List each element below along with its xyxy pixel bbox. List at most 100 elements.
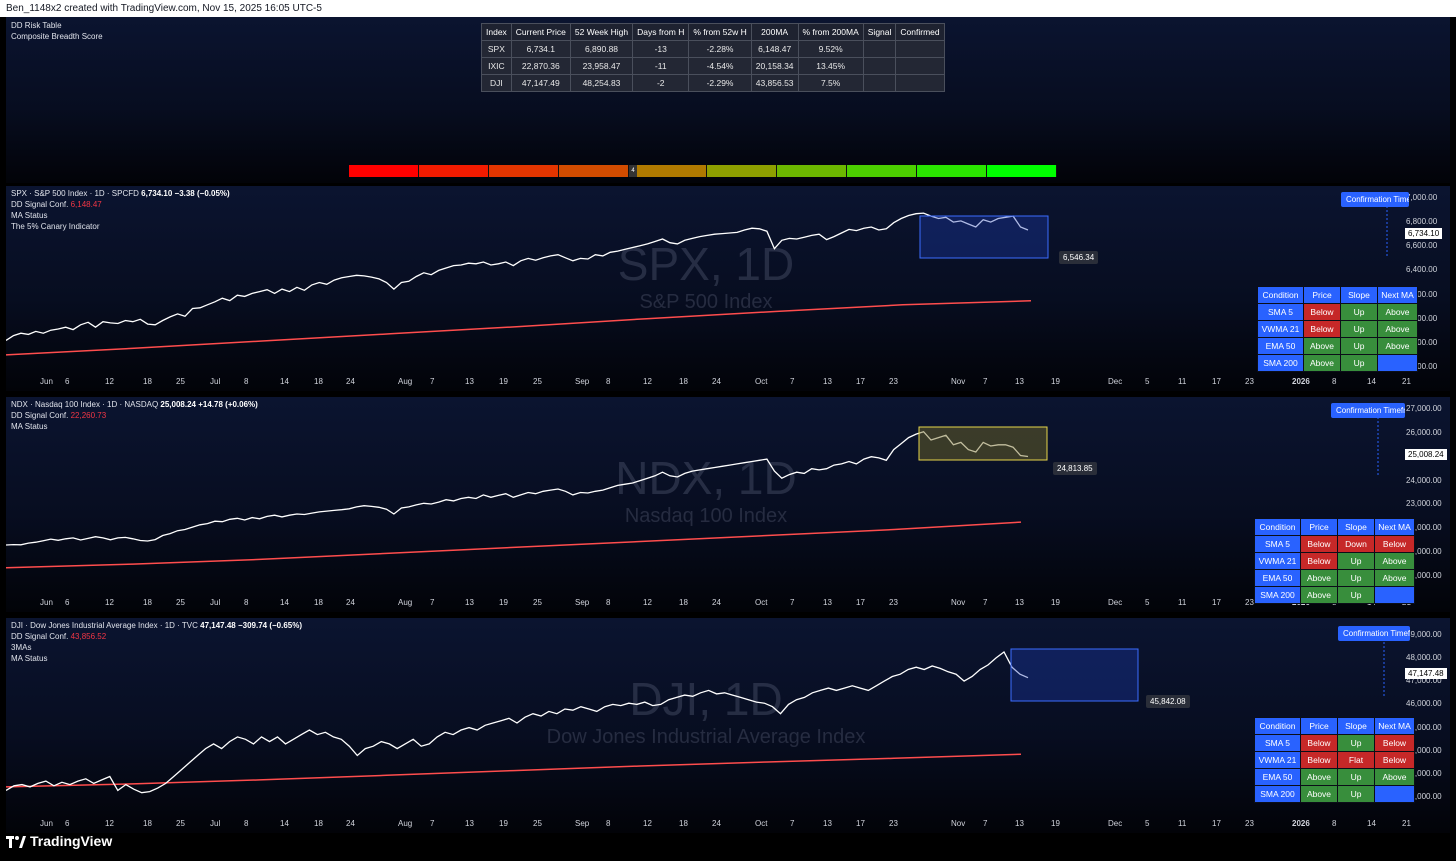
ma-200-line <box>6 521 1022 569</box>
symbol-title[interactable]: NDX · Nasdaq 100 Index · 1D · NASDAQ 25,… <box>11 400 258 409</box>
x-axis-tick: 17 <box>1212 819 1221 828</box>
ma-table-header: Condition <box>1254 717 1301 735</box>
x-axis-tick: 8 <box>606 377 611 386</box>
x-axis-tick: 24 <box>346 377 355 386</box>
symbol-description: DJI · Dow Jones Industrial Average Index… <box>11 621 198 630</box>
symbol-title[interactable]: SPX · S&P 500 Index · 1D · SPCFD 6,734.1… <box>11 189 230 198</box>
x-axis-tick: 7 <box>790 598 795 607</box>
ma-table-cell: Below <box>1300 552 1338 570</box>
ma-table-cell: Above <box>1377 320 1418 338</box>
chart-pane-spx[interactable]: SPX, 1D S&P 500 Index Jun 6 12 18 25 Jul 8 14 18 24… <box>6 186 1450 391</box>
x-axis-tick: 24 <box>712 598 721 607</box>
confirmation-timeframe-button[interactable]: Confirmation Timeframe <box>1341 192 1409 207</box>
x-axis-tick: 25 <box>176 598 185 607</box>
indicator-label[interactable]: MA Status <box>11 211 47 220</box>
x-axis-tick: 25 <box>176 377 185 386</box>
ma-table-header: Slope <box>1337 518 1375 536</box>
x-axis-tick: 18 <box>143 377 152 386</box>
x-axis-tick: Dec <box>1108 598 1123 607</box>
ma-table-cell: EMA 50 <box>1254 569 1301 587</box>
range-highlight-box[interactable] <box>918 426 1048 461</box>
ma-table-cell: Above <box>1300 785 1338 803</box>
ma-table-cell: Down <box>1337 535 1375 553</box>
risk-table-cell: SPX <box>481 40 512 58</box>
x-axis-tick: 25 <box>533 377 542 386</box>
range-highlight-box[interactable] <box>919 215 1049 259</box>
ma-table-cell: Up <box>1337 586 1375 604</box>
x-axis-tick: Nov <box>951 377 966 386</box>
x-axis-tick: 2026 <box>1292 819 1310 828</box>
x-axis-tick: 12 <box>643 377 652 386</box>
y-axis-tick: 27,000.00 <box>1406 404 1442 413</box>
ma-table-header: Condition <box>1257 286 1304 304</box>
indicator-label[interactable]: The 5% Canary Indicator <box>11 222 100 231</box>
risk-table-cell: -11 <box>632 57 690 75</box>
x-axis-tick: 5 <box>1145 819 1150 828</box>
price-chart-dji[interactable] <box>6 618 1450 833</box>
x-axis-tick: 11 <box>1178 819 1187 828</box>
x-axis-tick: 19 <box>1051 377 1060 386</box>
chart-pane-dji[interactable]: DJI, 1D Dow Jones Industrial Average Inde… <box>6 618 1450 833</box>
ma-table-cell <box>1377 354 1418 372</box>
price-line <box>6 651 1029 794</box>
risk-table-cell <box>862 57 897 75</box>
x-axis-tick: 7 <box>983 819 988 828</box>
x-axis-tick: 21 <box>1402 377 1411 386</box>
x-axis-tick: 6 <box>65 377 70 386</box>
breadth-segment <box>777 165 847 177</box>
risk-table-cell <box>895 74 945 92</box>
x-axis-tick: Jun <box>40 598 53 607</box>
ma-table-row: EMA 50 Above Up Above <box>1254 768 1415 786</box>
ma-table-row: VWMA 21 Below Up Above <box>1257 320 1418 338</box>
ma-table-cell: Above <box>1374 552 1415 570</box>
last-price: 25,008.24 <box>160 400 196 409</box>
ma-status-table: Condition Price Slope Next MA SMA 5 Below Up Ab… <box>1257 286 1418 372</box>
risk-table-cell <box>895 40 945 58</box>
breadth-segment <box>707 165 777 177</box>
indicator-label[interactable]: 3MAs <box>11 643 31 652</box>
x-axis-tick: 19 <box>499 819 508 828</box>
price-change: −3.38 (−0.05%) <box>174 189 230 198</box>
ma-table-cell: VWMA 21 <box>1257 320 1304 338</box>
x-axis-tick: 13 <box>465 819 474 828</box>
symbol-title[interactable]: DJI · Dow Jones Industrial Average Index… <box>11 621 302 630</box>
x-axis-tick: 23 <box>1245 819 1254 828</box>
range-highlight-box[interactable] <box>1010 648 1139 702</box>
ma-table-header: Slope <box>1340 286 1378 304</box>
signal-conf-label[interactable]: DD Signal Conf. 6,148.47 <box>11 200 102 209</box>
range-value-tag: 24,813.85 <box>1053 462 1097 475</box>
signal-conf-label[interactable]: DD Signal Conf. 22,260.73 <box>11 411 106 420</box>
breadth-score-marker: 4 <box>629 165 637 177</box>
x-axis-tick: 14 <box>280 819 289 828</box>
x-axis-tick: 17 <box>856 377 865 386</box>
risk-table-cell: 7.5% <box>797 74 864 92</box>
x-axis-tick: Nov <box>951 819 966 828</box>
signal-conf-value: 22,260.73 <box>70 411 107 420</box>
ma-table-cell: Below <box>1374 734 1415 752</box>
breadth-segment <box>559 165 629 177</box>
signal-conf-label[interactable]: DD Signal Conf. 43,856.52 <box>11 632 106 641</box>
risk-table-row: IXIC 22,870.36 23,958.47 -11 -4.54% 20,158.34… <box>481 57 945 75</box>
x-axis-tick: 2026 <box>1292 377 1310 386</box>
ma-table-cell: SMA 5 <box>1257 303 1304 321</box>
ma-table-header: Price <box>1300 518 1338 536</box>
ma-table-header: Price <box>1303 286 1341 304</box>
confirmation-timeframe-button[interactable]: Confirmation Timeframe <box>1338 626 1410 641</box>
x-axis-tick: Dec <box>1108 377 1123 386</box>
chart-pane-ndx[interactable]: NDX, 1D Nasdaq 100 Index Jun 6 12 18 25 Jul 8 14 1… <box>6 397 1450 612</box>
price-chart-ndx[interactable] <box>6 397 1450 612</box>
price-chart-spx[interactable] <box>6 186 1450 391</box>
risk-table-cell: 13.45% <box>797 57 864 75</box>
ma-table-cell: Up <box>1337 768 1375 786</box>
x-axis-tick: 24 <box>346 598 355 607</box>
ma-table-row: EMA 50 Above Up Above <box>1257 337 1418 355</box>
ma-table-cell: Above <box>1374 768 1415 786</box>
tradingview-logo[interactable]: TradingView <box>6 833 112 849</box>
risk-table-pane: DD Risk Table Composite Breadth Score In… <box>6 17 1450 183</box>
current-price-tag: 6,734.10 <box>1405 228 1443 239</box>
indicator-label[interactable]: MA Status <box>11 654 47 663</box>
confirmation-timeframe-button[interactable]: Confirmation Timeframe <box>1331 403 1405 418</box>
indicator-label[interactable]: MA Status <box>11 422 47 431</box>
ma-table-header: Price <box>1300 717 1338 735</box>
breadth-segment <box>637 165 707 177</box>
